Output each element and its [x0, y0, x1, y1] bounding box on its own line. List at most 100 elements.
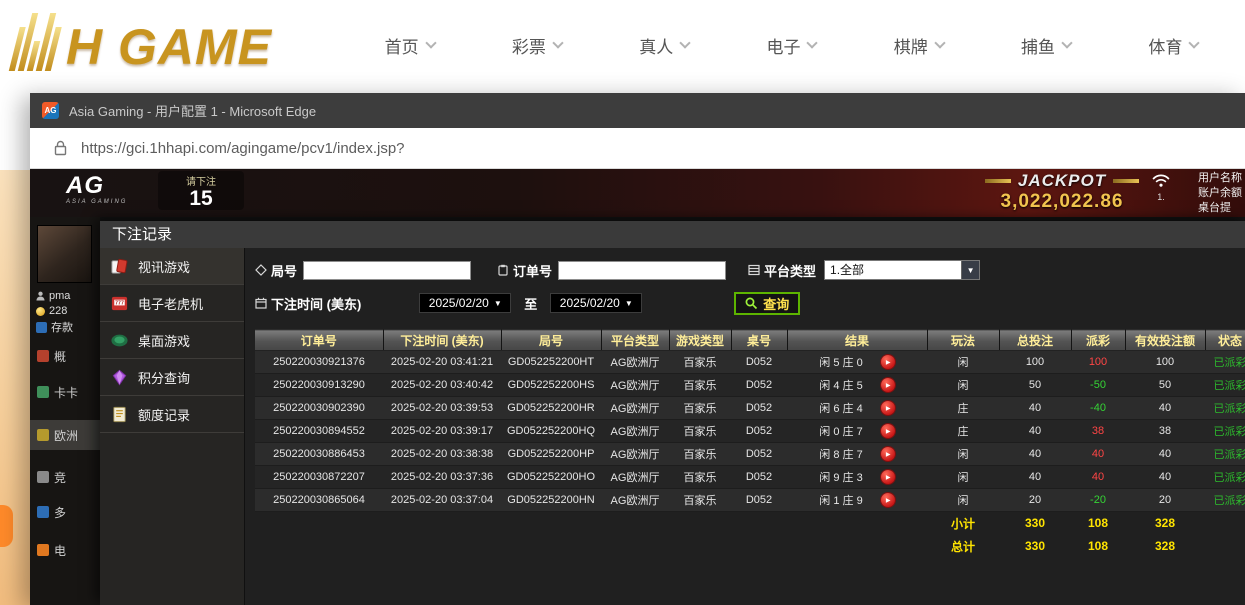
- total-label: 总计: [927, 535, 999, 558]
- lobby-item-5[interactable]: 电: [30, 535, 100, 565]
- lobby-item-1[interactable]: 卡卡: [30, 377, 100, 407]
- site-logo[interactable]: H GAME: [16, 13, 346, 77]
- replay-button[interactable]: ▶: [881, 401, 895, 415]
- calendar-icon: [255, 297, 267, 309]
- lobby-item-icon: [37, 350, 49, 362]
- nav-label: 捕鱼: [1021, 33, 1055, 58]
- result-text: 闲 6 庄 4: [819, 400, 862, 416]
- result-content: 闲 6 庄 4 ▶: [787, 400, 927, 416]
- gem-icon: [110, 368, 129, 387]
- cell-result: 闲 8 庄 7▶: [787, 443, 927, 466]
- replay-button[interactable]: ▶: [881, 493, 895, 507]
- total-payout: 108: [1071, 535, 1125, 558]
- browser-window: AG Asia Gaming - 用户配置 1 - Microsoft Edge…: [30, 93, 1245, 605]
- url-text[interactable]: https://gci.1hhapi.com/agingame/pcv1/ind…: [81, 140, 405, 157]
- replay-button[interactable]: ▶: [881, 378, 895, 392]
- deposit-label: 存款: [51, 319, 73, 335]
- cell-status: 已派彩: [1205, 489, 1245, 512]
- cell-game: 百家乐: [669, 443, 731, 466]
- total-bet: 330: [999, 535, 1071, 558]
- nav-item-cards[interactable]: 棋牌: [894, 33, 944, 58]
- menu-label: 额度记录: [138, 405, 190, 424]
- date-from-select[interactable]: 2025/02/20 ▼: [419, 293, 511, 313]
- total-bet: 330: [999, 512, 1071, 535]
- cell-platform: AG欧洲厅: [601, 443, 669, 466]
- nav-item-home[interactable]: 首页: [385, 33, 435, 58]
- cell-table: D052: [731, 420, 787, 443]
- nav-item-live[interactable]: 真人: [639, 33, 689, 58]
- chevron-down-icon: [680, 37, 691, 48]
- cell-order: 250220030894552: [255, 420, 383, 443]
- date-to-select[interactable]: 2025/02/20 ▼: [550, 293, 642, 313]
- cell-valid: 40: [1125, 397, 1205, 420]
- main-nav: 首页 彩票 真人 电子 棋牌 捕鱼 体育: [346, 33, 1245, 58]
- nav-label: 电子: [766, 33, 800, 58]
- logo-mark: [9, 13, 65, 71]
- nav-item-lottery[interactable]: 彩票: [512, 33, 562, 58]
- cell-empty: [1205, 535, 1245, 558]
- lock-icon[interactable]: [54, 140, 67, 156]
- cell-platform: AG欧洲厅: [601, 420, 669, 443]
- lobby-item-2[interactable]: 欧洲: [30, 420, 100, 450]
- cell-play: 闲: [927, 374, 999, 397]
- cell-game: 百家乐: [669, 489, 731, 512]
- nav-item-slots[interactable]: 电子: [766, 33, 816, 58]
- service-tab[interactable]: [0, 505, 13, 547]
- order-input[interactable]: [558, 261, 726, 280]
- cell-payout: 40: [1071, 443, 1125, 466]
- cell-order: 250220030886453: [255, 443, 383, 466]
- browser-titlebar[interactable]: AG Asia Gaming - 用户配置 1 - Microsoft Edge: [30, 93, 1245, 128]
- menu-item-table-games[interactable]: 桌面游戏: [100, 322, 244, 359]
- cell-table: D052: [731, 466, 787, 489]
- cell-play: 庄: [927, 397, 999, 420]
- lobby-item-3[interactable]: 竞: [30, 462, 100, 492]
- cell-table: D052: [731, 374, 787, 397]
- cell-table: D052: [731, 443, 787, 466]
- cell-table: D052: [731, 351, 787, 374]
- replay-button[interactable]: ▶: [881, 470, 895, 484]
- cell-empty: [255, 535, 383, 558]
- menu-item-slots[interactable]: 777 电子老虎机: [100, 285, 244, 322]
- bet-time-label: 下注时间 (美东): [255, 294, 361, 313]
- cell-result: 闲 5 庄 0▶: [787, 351, 927, 374]
- lobby-sidebar: pma 228 存款 概 卡卡 欧洲 竞 多 电: [30, 217, 100, 605]
- chevron-down-icon: [552, 37, 563, 48]
- lobby-item-0[interactable]: 概: [30, 341, 100, 371]
- replay-button[interactable]: ▶: [881, 355, 895, 369]
- nav-item-fishing[interactable]: 捕鱼: [1021, 33, 1071, 58]
- chevron-down-icon: [934, 37, 945, 48]
- lobby-item-icon: [37, 429, 49, 441]
- result-text: 闲 1 庄 9: [819, 492, 862, 508]
- bet-table-header: 订单号 下注时间 (美东) 局号 平台类型 游戏类型 桌号 结果 玩法 总投注: [255, 330, 1245, 351]
- cell-empty: [601, 512, 669, 535]
- user-info: 用户名称 账户余额 桌台提: [1198, 171, 1242, 216]
- platform-select[interactable]: 1.全部 ▼: [824, 260, 980, 280]
- cell-round: GD052252200HP: [501, 443, 601, 466]
- column-header: 有效投注额: [1125, 330, 1205, 351]
- jackpot-label: JACKPOT: [1018, 171, 1106, 191]
- deposit-button[interactable]: 存款: [36, 319, 73, 335]
- replay-button[interactable]: ▶: [881, 424, 895, 438]
- cell-order: 250220030921376: [255, 351, 383, 374]
- caret-down-icon: ▼: [494, 299, 502, 308]
- site-header: H GAME 首页 彩票 真人 电子 棋牌 捕鱼 体育: [0, 0, 1245, 90]
- column-header: 平台类型: [601, 330, 669, 351]
- query-button[interactable]: 查询: [734, 292, 800, 315]
- cell-bet: 40: [999, 397, 1071, 420]
- round-input[interactable]: [303, 261, 471, 280]
- nav-label: 彩票: [512, 33, 546, 58]
- menu-item-points-query[interactable]: 积分查询: [100, 359, 244, 396]
- menu-item-quota-records[interactable]: 额度记录: [100, 396, 244, 433]
- query-button-label: 查询: [763, 294, 789, 313]
- nav-item-sports[interactable]: 体育: [1148, 33, 1198, 58]
- cell-game: 百家乐: [669, 397, 731, 420]
- lobby-item-4[interactable]: 多: [30, 497, 100, 527]
- menu-item-video-games[interactable]: 视讯游戏: [100, 248, 244, 285]
- chevron-down-icon: [425, 37, 436, 48]
- replay-button[interactable]: ▶: [881, 447, 895, 461]
- cell-status: 已派彩: [1205, 397, 1245, 420]
- cell-table: D052: [731, 397, 787, 420]
- cell-play: 闲: [927, 443, 999, 466]
- cell-empty: [731, 512, 787, 535]
- ag-logo-text: AG: [66, 173, 127, 199]
